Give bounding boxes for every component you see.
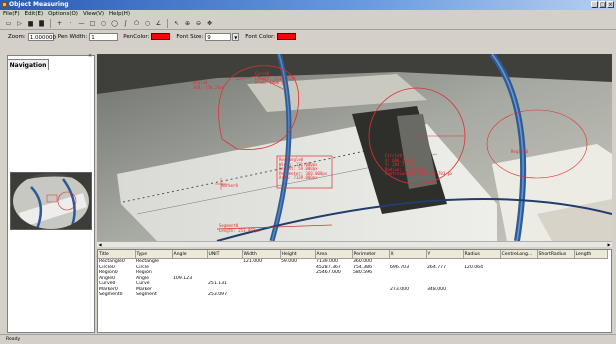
table-cell (426, 292, 463, 298)
region-annotation[interactable]: Region0 (511, 149, 528, 155)
col-radius[interactable]: Radius (463, 250, 501, 259)
thumbnail-image (11, 173, 91, 229)
scroll-right-icon[interactable]: ▶ (606, 242, 612, 247)
pan-icon[interactable]: ✥ (205, 19, 214, 28)
table-cell (500, 292, 537, 298)
zoom-input[interactable]: 1.000000 (27, 32, 56, 41)
open-icon[interactable]: ▷ (15, 19, 24, 28)
col-x[interactable]: X (389, 250, 427, 259)
menu-bar: File(F) Edit(E) Options(O) View(V) Help(… (0, 10, 616, 18)
curve-annotation[interactable]: Curve0 Length: 251.131pt Area: 1000 pt (255, 71, 296, 86)
col-perimeter[interactable]: Perimeter (352, 250, 390, 259)
table-cell (574, 292, 607, 298)
polygon-icon[interactable]: ⬠ (132, 19, 141, 28)
minimize-button[interactable]: _ (591, 1, 598, 8)
col-angle[interactable]: Angle (172, 250, 208, 259)
col-unit[interactable]: UNIT (207, 250, 243, 259)
zoom-in-icon[interactable]: ⊕ (183, 19, 192, 28)
table-cell (537, 292, 574, 298)
table-cell (463, 292, 500, 298)
maximize-button[interactable]: □ (599, 1, 606, 8)
line-icon[interactable]: — (77, 19, 86, 28)
window-title: Object Measuring (9, 1, 69, 8)
main-toolbar: ▭ ▷ ▆ ▇ + · — □ ○ ◯ ∫ ⬠ ○ ∠ ↖ ⊕ ⊖ ✥ (0, 18, 616, 30)
point-icon[interactable]: · (66, 19, 75, 28)
rectangle-icon[interactable]: □ (88, 19, 97, 28)
save-icon[interactable]: ▆ (26, 19, 35, 28)
table-cell (172, 292, 207, 298)
marker-icon[interactable]: + (55, 19, 64, 28)
menu-edit[interactable]: Edit(E) (25, 11, 43, 17)
table-cell (315, 292, 352, 298)
toolbar-separator (167, 19, 168, 28)
pen-width-input[interactable]: 1 (89, 32, 119, 41)
canvas-scrollbar[interactable]: ◀ ▶ (97, 241, 612, 247)
col-title[interactable]: Title (98, 250, 136, 259)
region-icon[interactable]: ○ (143, 19, 152, 28)
col-type[interactable]: Type (135, 250, 173, 259)
status-bar: Ready (0, 334, 616, 344)
marker-annotation[interactable]: Marker0 (221, 183, 238, 189)
table-cell (352, 292, 389, 298)
toolbar-separator (50, 19, 51, 28)
table-header-row: Title Type Angle UNIT Width Height Area … (98, 250, 608, 259)
property-toolbar: Zoom: 1.000000 Pen Width: 1 PenColor: Fo… (0, 31, 616, 42)
table-body: Rectangle0 Rectangle 121.000 59.000 7139.000… (98, 259, 607, 298)
ellipse-icon[interactable]: ◯ (110, 19, 119, 28)
navigation-tab[interactable]: Navigation (7, 59, 49, 70)
pointer-icon[interactable]: ↖ (172, 19, 181, 28)
measurement-table: Title Type Angle UNIT Width Height Area … (97, 249, 612, 333)
zoom-label: Zoom: (8, 33, 26, 40)
app-icon (2, 2, 7, 7)
table-cell (280, 292, 315, 298)
table-cell: Segment0 (99, 292, 123, 297)
photo (97, 54, 612, 241)
pen-color-label: PenColor: (123, 33, 150, 40)
menu-options[interactable]: Options(O) (48, 11, 78, 17)
circle-annotation[interactable]: Circle0 X: 696.703px Y: 264.777px Radius… (385, 153, 452, 177)
save-as-icon[interactable]: ▇ (37, 19, 46, 28)
col-height[interactable]: Height (280, 250, 316, 259)
table-cell: Segment (136, 292, 157, 297)
angle-annotation[interactable]: Angle0 360, 150.23pt (193, 80, 224, 90)
font-size-select[interactable]: 9 (205, 32, 232, 41)
menu-view[interactable]: View(V) (83, 11, 104, 17)
chevron-down-icon[interactable]: ▼ (232, 32, 240, 41)
font-color-label: Font Color: (245, 33, 276, 40)
font-color-swatch[interactable] (277, 33, 297, 40)
col-width[interactable]: Width (242, 250, 281, 259)
table-cell (242, 292, 280, 298)
title-bar: Object Measuring _ □ × (0, 0, 616, 10)
new-icon[interactable]: ▭ (4, 19, 13, 28)
col-area[interactable]: Area (315, 250, 353, 259)
col-y[interactable]: Y (426, 250, 464, 259)
curve-icon[interactable]: ∫ (121, 19, 130, 28)
scroll-left-icon[interactable]: ◀ (97, 242, 103, 247)
navigation-thumbnail[interactable] (10, 172, 92, 230)
close-button[interactable]: × (607, 1, 614, 8)
table-cell (389, 292, 426, 298)
col-centrelong[interactable]: CentreLong... (500, 250, 538, 259)
circle-icon[interactable]: ○ (99, 19, 108, 28)
col-shortradius[interactable]: ShortRadius (537, 250, 575, 259)
window-controls: _ □ × (591, 1, 614, 8)
image-canvas[interactable]: Angle0 360, 150.23pt Curve0 Length: 251.… (97, 54, 612, 241)
table-cell: 253.097 (208, 292, 227, 297)
rectangle-annotation[interactable]: Rectangle0 Width: 121.000px Height: 59.0… (279, 157, 327, 181)
close-icon[interactable]: × (88, 53, 92, 59)
table-row[interactable]: Segment0 Segment 253.097 (98, 292, 607, 298)
font-size-label: Font Size: (176, 33, 204, 40)
menu-help[interactable]: Help(H) (109, 11, 130, 17)
zoom-out-icon[interactable]: ⊖ (194, 19, 203, 28)
angle-icon[interactable]: ∠ (154, 19, 163, 28)
pen-color-swatch[interactable] (151, 33, 171, 40)
menu-file[interactable]: File(F) (3, 11, 20, 17)
col-length[interactable]: Length (574, 250, 608, 259)
status-text: Ready (6, 337, 21, 342)
segment-annotation[interactable]: Segment0 Length: 253.097px (219, 223, 260, 233)
pen-width-label: Pen Width: (57, 33, 88, 40)
